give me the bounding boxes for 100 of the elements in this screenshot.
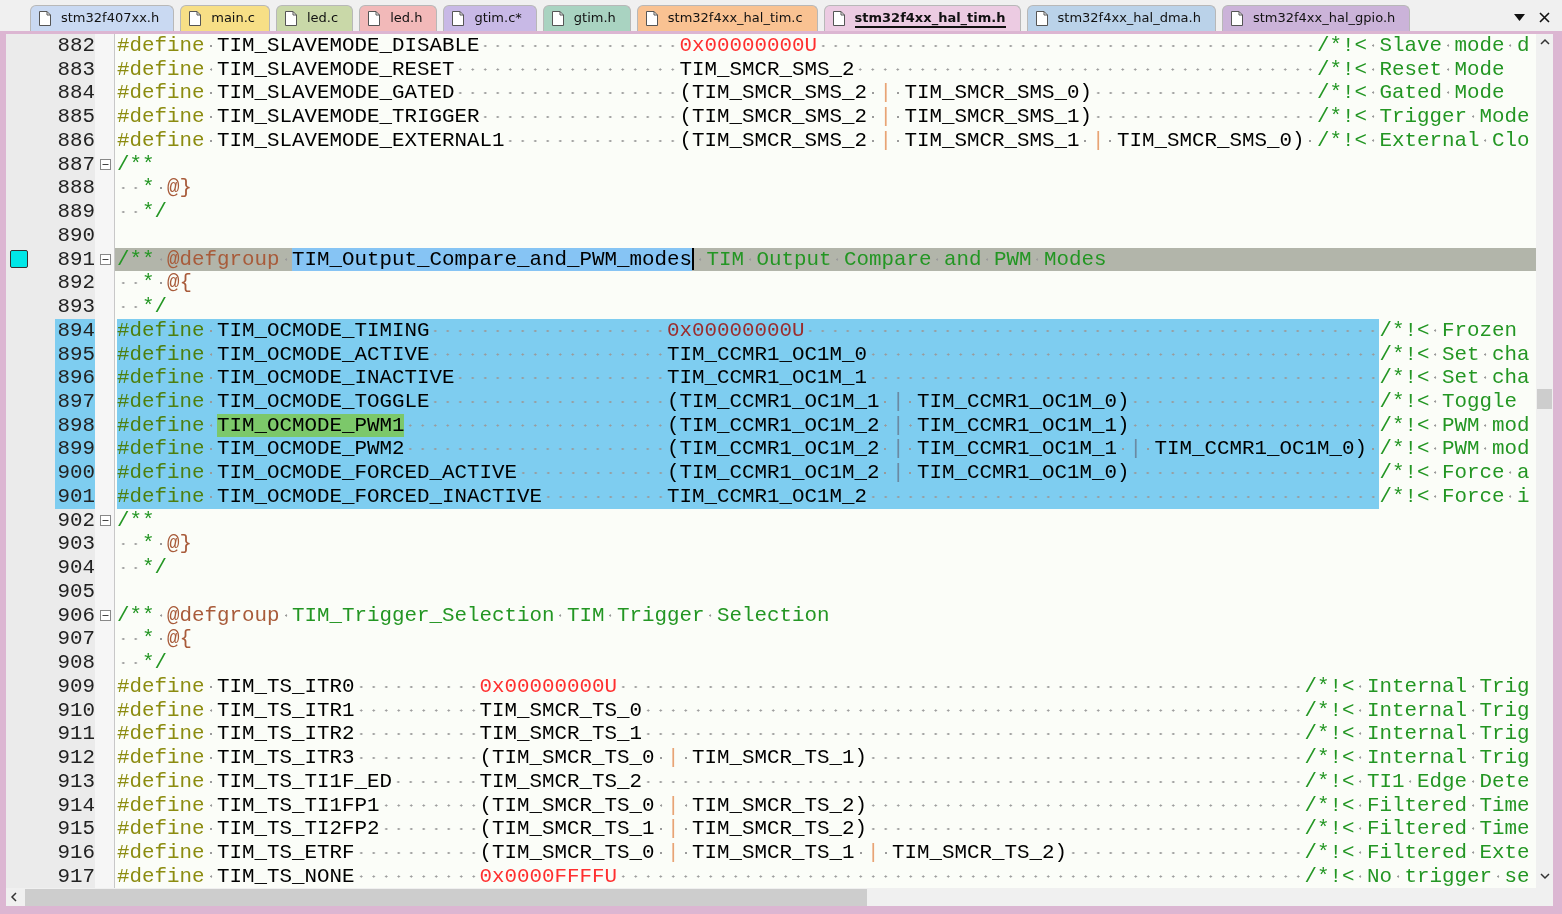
- file-tab[interactable]: gtim.c*: [443, 5, 537, 31]
- fold-collapse-icon[interactable]: [99, 159, 111, 171]
- file-icon: [189, 11, 202, 26]
- macro-name: TIM_OCMODE_INACTIVE: [217, 366, 455, 390]
- line-number: 913: [56, 769, 95, 794]
- line-number: 896: [55, 366, 95, 390]
- code-comment: /*!< Reset Mode: [1316, 57, 1505, 82]
- macro-name: TIM_TS_ETRF: [217, 840, 355, 865]
- file-tab[interactable]: stm32f4xx_hal_tim.c: [636, 5, 818, 31]
- code-comment: /*!< No trigger se: [1304, 864, 1530, 888]
- operator: |: [891, 437, 905, 462]
- code-comment: /*!< Internal Trig: [1304, 722, 1530, 747]
- preprocessor-directive: #define: [117, 81, 205, 106]
- operator: |: [667, 793, 680, 818]
- line-number: 901: [55, 484, 95, 509]
- code-comment: /*!< Filtered Time: [1304, 817, 1530, 841]
- macro-value: (TIM_CCMR1_OC1M_1: [666, 390, 880, 414]
- code-comment: /**: [117, 508, 155, 533]
- code-comment: /*!< Frozen: [1379, 318, 1517, 343]
- operator: |: [891, 461, 905, 485]
- code-comment: /**: [117, 603, 155, 628]
- macro-value: (TIM_SMCR_TS_1: [479, 817, 655, 841]
- macro-name: TIM_SLAVEMODE_GATED: [217, 81, 455, 106]
- operator: |: [667, 746, 680, 770]
- code-comment: /*!< Slave mode d: [1316, 34, 1530, 58]
- line-number: 910: [56, 698, 95, 723]
- macro-name: TIM_SLAVEMODE_EXTERNAL1: [217, 128, 505, 153]
- fold-collapse-icon[interactable]: [99, 515, 111, 527]
- preprocessor-directive: #define: [117, 34, 205, 58]
- preprocessor-directive: #define: [117, 128, 205, 153]
- doc-tag: @{: [167, 271, 192, 296]
- file-tab[interactable]: stm32f4xx_hal_gpio.h: [1221, 5, 1411, 31]
- macro-value: TIM_SMCR_TS_1): [692, 746, 867, 770]
- macro-name: TIM_SLAVEMODE_RESET: [217, 57, 455, 82]
- macro-name: TIM_OCMODE_PWM2: [217, 437, 405, 462]
- macro-name: TIM_TS_NONE: [217, 864, 355, 888]
- macro-value: TIM_CCMR1_OC1M_1: [666, 366, 867, 390]
- file-tab[interactable]: main.c: [180, 5, 270, 31]
- line-number: 903: [56, 532, 95, 557]
- number-literal: 0x0000FFFFU: [479, 864, 617, 888]
- file-tab[interactable]: led.h: [359, 5, 438, 31]
- operator: |: [667, 840, 680, 865]
- macro-value: (TIM_CCMR1_OC1M_2: [666, 413, 880, 438]
- file-tab[interactable]: led.c: [276, 5, 354, 31]
- code-editor[interactable]: [6, 34, 1536, 888]
- preprocessor-directive: #define: [117, 437, 205, 462]
- macro-value: TIM_SMCR_TS_2: [479, 769, 642, 794]
- macro-value: TIM_SMCR_TS_2): [892, 840, 1067, 865]
- code-comment: /*!< Internal Trig: [1304, 746, 1530, 770]
- scroll-down-icon[interactable]: [1539, 873, 1550, 880]
- line-number: 914: [56, 793, 95, 818]
- tab-list-icon[interactable]: [1514, 13, 1525, 21]
- preprocessor-directive: #define: [117, 413, 205, 438]
- line-number: 899: [55, 437, 95, 462]
- scroll-left-icon[interactable]: [10, 892, 17, 902]
- preprocessor-directive: #define: [117, 366, 205, 390]
- code-comment: /*!< PWM mod: [1379, 413, 1530, 438]
- macro-value: (TIM_SMCR_TS_0: [479, 793, 655, 818]
- macro-name: TIM_OCMODE_ACTIVE: [217, 342, 430, 367]
- operator: |: [891, 413, 905, 438]
- file-tab[interactable]: stm32f4xx_hal_tim.h: [823, 5, 1021, 31]
- operator: |: [891, 390, 905, 414]
- preprocessor-directive: #define: [117, 746, 205, 770]
- scroll-up-icon[interactable]: [1539, 38, 1550, 45]
- macro-name: TIM_SLAVEMODE_TRIGGER: [217, 105, 480, 129]
- line-number: 911: [56, 722, 95, 747]
- file-tab[interactable]: gtim.h: [542, 5, 631, 31]
- line-number: 905: [56, 579, 95, 604]
- macro-name: TIM_OCMODE_FORCED_ACTIVE: [217, 461, 517, 485]
- macro-name: TIM_TS_TI1FP1: [217, 793, 380, 818]
- bookmark-icon[interactable]: [10, 250, 28, 269]
- line-number: 904: [56, 556, 95, 580]
- code-comment: /*!< Internal Trig: [1304, 698, 1530, 723]
- code-comment: /*!< Set cha: [1379, 366, 1530, 390]
- code-comment: /*!< Filtered Time: [1304, 793, 1530, 818]
- close-icon[interactable]: [1539, 11, 1550, 23]
- line-number: 915: [56, 817, 95, 841]
- macro-value: TIM_SMCR_TS_2): [692, 817, 867, 841]
- preprocessor-directive: #define: [117, 318, 205, 343]
- scrollbar-thumb[interactable]: [1537, 389, 1552, 409]
- fold-collapse-icon[interactable]: [99, 253, 111, 265]
- macro-name: TIM_OCMODE_FORCED_INACTIVE: [217, 484, 542, 509]
- macro-name: TIM_TS_TI2FP2: [217, 817, 380, 841]
- fold-collapse-icon[interactable]: [99, 610, 111, 621]
- macro-value: TIM_SMCR_SMS_1): [904, 105, 1092, 129]
- file-tab[interactable]: stm32f407xx.h: [30, 5, 175, 31]
- code-comment: */: [142, 295, 167, 319]
- file-icon: [39, 11, 51, 26]
- line-number: 894: [55, 318, 95, 343]
- scrollbar-thumb[interactable]: [25, 888, 867, 906]
- code-comment: /*!< Force a: [1379, 461, 1530, 485]
- code-comment: TIM Output Compare and PWM Modes: [706, 247, 1107, 272]
- line-number: 916: [56, 840, 95, 865]
- file-icon: [452, 11, 465, 26]
- file-tab[interactable]: stm32f4xx_hal_dma.h: [1026, 5, 1216, 31]
- line-number: 898: [55, 413, 95, 438]
- number-literal: 0x00000000U: [479, 674, 617, 699]
- line-number: 897: [55, 390, 95, 414]
- macro-name: TIM_OCMODE_TOGGLE: [217, 390, 430, 414]
- doc-tag: @defgroup: [167, 603, 280, 628]
